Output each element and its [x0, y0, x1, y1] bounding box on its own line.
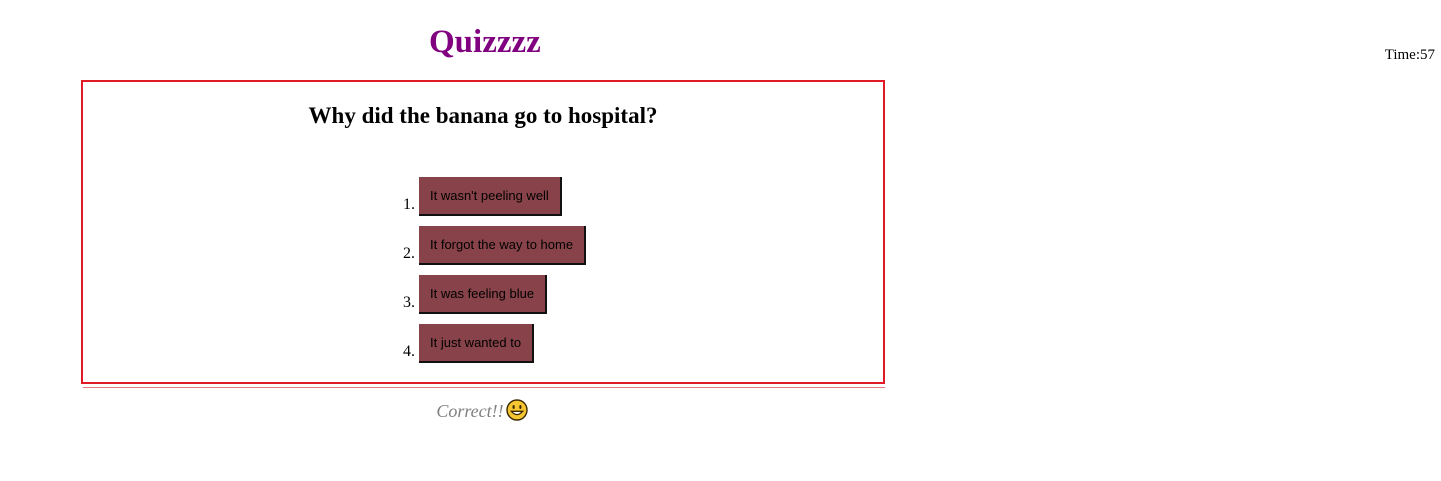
grinning-face-icon [505, 399, 528, 428]
divider [83, 387, 885, 388]
answer-item: 3. It was feeling blue [403, 274, 586, 314]
answer-number: 1. [403, 196, 415, 213]
quiz-container: Why did the banana go to hospital? 1. It… [81, 80, 885, 384]
question-text: Why did the banana go to hospital? [308, 103, 658, 128]
answer-button-1[interactable]: It wasn't peeling well [419, 176, 562, 216]
answer-button-3[interactable]: It was feeling blue [419, 274, 548, 314]
timer-text: Time:57 [1384, 47, 1435, 63]
answer-item: 1. It wasn't peeling well [403, 176, 586, 216]
app-title: Quizzzz [429, 24, 541, 60]
answer-number: 2. [403, 245, 415, 262]
answer-item: 2. It forgot the way to home [403, 225, 587, 265]
answer-button-2[interactable]: It forgot the way to home [419, 225, 587, 265]
answer-list: 1. It wasn't peeling well 2. It forgot t… [403, 176, 587, 372]
answer-item: 4. It just wanted to [403, 323, 586, 363]
feedback-message: Correct!! [0, 398, 964, 428]
answer-number: 3. [403, 294, 415, 311]
answer-button-4[interactable]: It just wanted to [419, 323, 535, 363]
feedback-text: Correct!! [436, 401, 504, 421]
answer-number: 4. [403, 343, 415, 360]
